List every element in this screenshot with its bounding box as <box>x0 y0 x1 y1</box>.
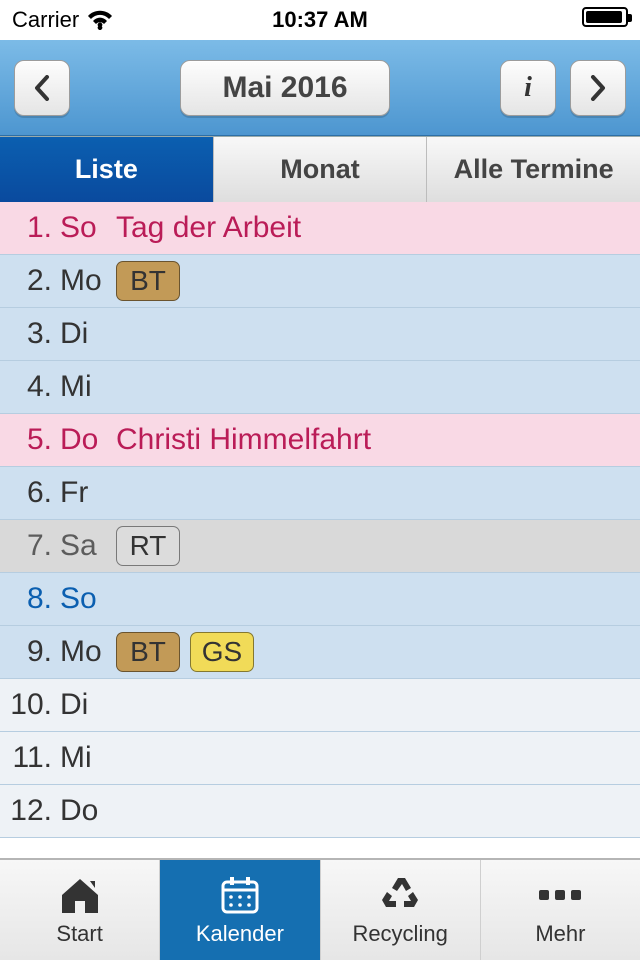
tab-label: Mehr <box>535 921 585 947</box>
day-abbr: Fr <box>56 476 106 510</box>
day-number: 10. <box>0 688 56 722</box>
day-number: 7. <box>0 529 56 563</box>
segment-monat[interactable]: Monat <box>214 137 428 202</box>
day-abbr: Di <box>56 317 106 351</box>
calendar-icon <box>220 873 260 917</box>
navbar: Mai 2016 i <box>0 40 640 136</box>
chevron-left-icon <box>33 75 51 101</box>
battery-icon <box>582 7 628 33</box>
day-row[interactable]: 5.Do Christi Himmelfahrt <box>0 414 640 467</box>
carrier-label: Carrier <box>12 7 79 33</box>
day-row[interactable]: 8.So <box>0 573 640 626</box>
day-number: 5. <box>0 423 56 457</box>
day-abbr: Di <box>56 688 106 722</box>
event-badge: RT <box>116 526 180 566</box>
clock-label: 10:37 AM <box>272 7 368 33</box>
day-number: 9. <box>0 635 56 669</box>
day-list[interactable]: 1.SoTag der Arbeit2.MoBT3.Di4.Mi5.DoChri… <box>0 202 640 858</box>
day-row[interactable]: 2.Mo BT <box>0 255 640 308</box>
day-abbr: Mo <box>56 264 106 298</box>
day-abbr: Mi <box>56 370 106 404</box>
day-row[interactable]: 7.Sa RT <box>0 520 640 573</box>
day-number: 1. <box>0 211 56 245</box>
day-number: 6. <box>0 476 56 510</box>
more-icon <box>539 873 581 917</box>
day-abbr: Mo <box>56 635 106 669</box>
day-number: 12. <box>0 794 56 828</box>
holiday-label: Tag der Arbeit <box>116 211 301 245</box>
event-badge: GS <box>190 632 254 672</box>
home-icon <box>58 873 102 917</box>
recycle-icon <box>378 873 422 917</box>
tab-label: Start <box>56 921 102 947</box>
day-number: 2. <box>0 264 56 298</box>
view-segment: ListeMonatAlle Termine <box>0 136 640 202</box>
day-row[interactable]: 11.Mi <box>0 732 640 785</box>
wifi-icon <box>87 10 113 30</box>
event-badge: BT <box>116 632 180 672</box>
info-icon: i <box>524 72 532 104</box>
day-abbr: Do <box>56 794 106 828</box>
day-row[interactable]: 10.Di <box>0 679 640 732</box>
day-number: 8. <box>0 582 56 616</box>
segment-liste[interactable]: Liste <box>0 137 214 202</box>
tab-bar: Start Kalender Recycling Mehr <box>0 858 640 960</box>
day-abbr: Sa <box>56 529 106 563</box>
day-number: 3. <box>0 317 56 351</box>
day-row[interactable]: 12.Do <box>0 785 640 838</box>
info-button[interactable]: i <box>500 60 556 116</box>
day-row[interactable]: 1.So Tag der Arbeit <box>0 202 640 255</box>
month-picker-button[interactable]: Mai 2016 <box>180 60 390 116</box>
day-abbr: Mi <box>56 741 106 775</box>
next-month-button[interactable] <box>570 60 626 116</box>
tab-mehr[interactable]: Mehr <box>481 860 640 960</box>
day-row[interactable]: 9.Mo BTGS <box>0 626 640 679</box>
day-number: 11. <box>0 741 56 775</box>
day-abbr: Do <box>56 423 106 457</box>
segment-alle-termine[interactable]: Alle Termine <box>427 137 640 202</box>
tab-recycling[interactable]: Recycling <box>321 860 481 960</box>
event-badge: BT <box>116 261 180 301</box>
day-abbr: So <box>56 582 106 616</box>
day-number: 4. <box>0 370 56 404</box>
prev-month-button[interactable] <box>14 60 70 116</box>
tab-kalender[interactable]: Kalender <box>160 860 320 960</box>
status-bar: Carrier 10:37 AM <box>0 0 640 40</box>
tab-label: Kalender <box>196 921 284 947</box>
day-abbr: So <box>56 211 106 245</box>
holiday-label: Christi Himmelfahrt <box>116 423 371 457</box>
tab-label: Recycling <box>352 921 447 947</box>
tab-start[interactable]: Start <box>0 860 160 960</box>
chevron-right-icon <box>589 75 607 101</box>
day-row[interactable]: 3.Di <box>0 308 640 361</box>
day-row[interactable]: 6.Fr <box>0 467 640 520</box>
month-label: Mai 2016 <box>222 71 347 105</box>
day-row[interactable]: 4.Mi <box>0 361 640 414</box>
